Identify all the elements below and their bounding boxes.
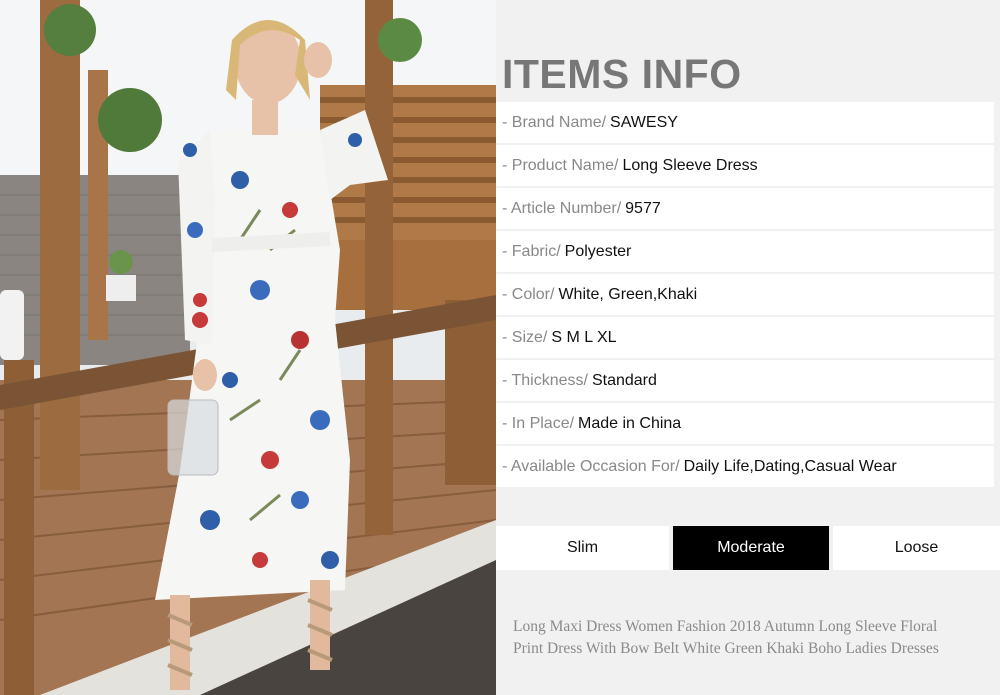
spec-value: Made in China [578, 414, 682, 432]
spec-row-article-number: - Article Number/9577 [496, 188, 994, 229]
spec-value: Daily Life,Dating,Casual Wear [683, 457, 897, 475]
spec-row-size: - Size/S M L XL [496, 317, 994, 358]
spec-label: - Article Number/ [502, 199, 622, 217]
spec-row-color: - Color/White, Green,Khaki [496, 274, 994, 315]
product-description: Long Maxi Dress Women Fashion 2018 Autum… [513, 616, 993, 660]
spec-value: White, Green,Khaki [558, 285, 698, 303]
spec-list: - Brand Name/SAWESY - Product Name/Long … [496, 102, 994, 489]
product-photo [0, 0, 496, 695]
spec-value: Polyester [564, 242, 632, 260]
items-info-title: ITEMS INFO [502, 51, 742, 97]
fit-option-loose[interactable]: Loose [833, 526, 1000, 570]
fit-option-moderate-selected[interactable]: Moderate [673, 526, 829, 570]
spec-row-available-occasion: - Available Occasion For/Daily Life,Dati… [496, 446, 994, 487]
spec-value: Standard [591, 371, 657, 389]
items-info-panel: ITEMS INFO - Brand Name/SAWESY - Product… [496, 0, 1000, 695]
spec-label: - Color/ [502, 285, 555, 303]
spec-row-brand-name: - Brand Name/SAWESY [496, 102, 994, 143]
spec-row-thickness: - Thickness/Standard [496, 360, 994, 401]
description-line: Print Dress With Bow Belt White Green Kh… [513, 640, 939, 657]
spec-label: - Thickness/ [502, 371, 588, 389]
spec-label: - Size/ [502, 328, 548, 346]
spec-row-product-name: - Product Name/Long Sleeve Dress [496, 145, 994, 186]
spec-value: S M L XL [551, 328, 617, 346]
spec-label: - Product Name/ [502, 156, 619, 174]
spec-label: - Fabric/ [502, 242, 561, 260]
spec-label: - Available Occasion For/ [502, 457, 680, 475]
spec-row-in-place: - In Place/Made in China [496, 403, 994, 444]
spec-value: 9577 [625, 199, 661, 217]
fit-option-slim[interactable]: Slim [496, 526, 669, 570]
spec-value: Long Sleeve Dress [622, 156, 758, 174]
spec-label: - Brand Name/ [502, 113, 607, 131]
spec-label: - In Place/ [502, 414, 575, 432]
fit-selector: Slim Moderate Loose [496, 526, 1000, 570]
spec-value: SAWESY [610, 113, 678, 131]
spec-row-fabric: - Fabric/Polyester [496, 231, 994, 272]
description-line: Long Maxi Dress Women Fashion 2018 Autum… [513, 618, 938, 635]
